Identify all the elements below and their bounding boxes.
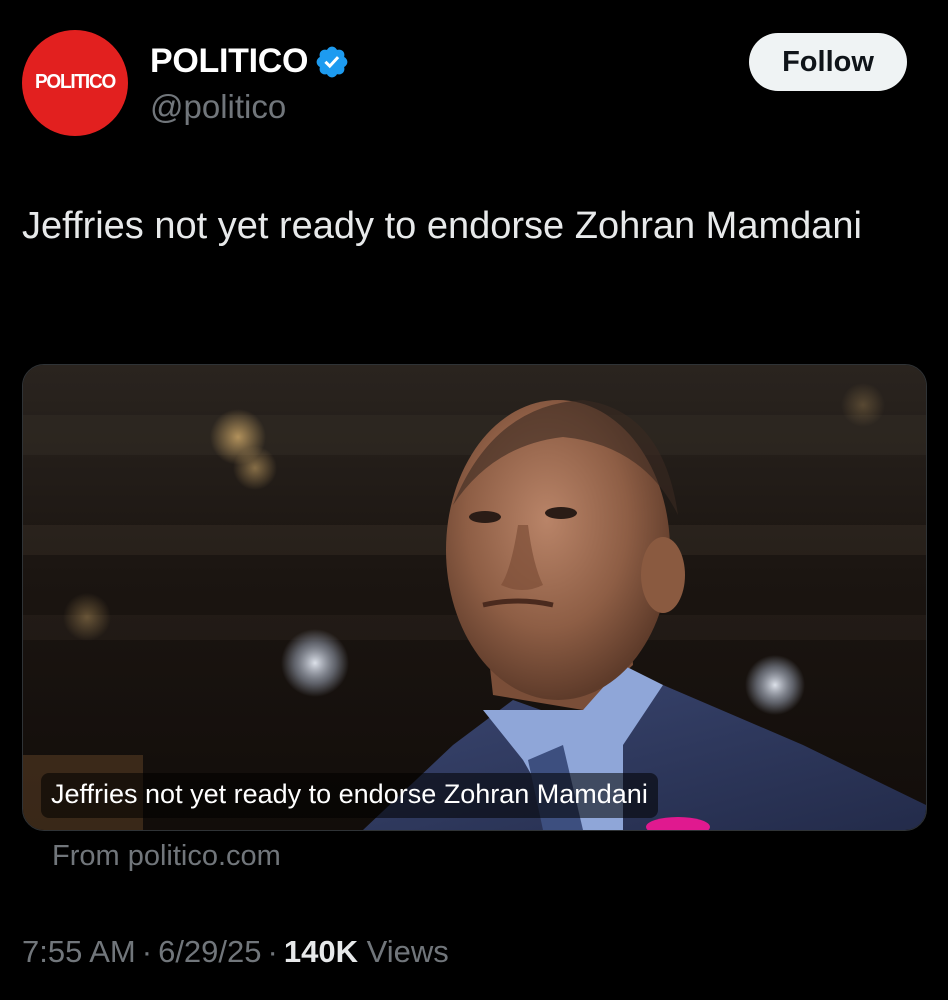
views-count[interactable]: 140K (284, 934, 358, 969)
avatar-logo-text: POLITICO (34, 71, 116, 94)
tweet-date[interactable]: 6/29/25 (158, 934, 261, 969)
card-caption: Jeffries not yet ready to endorse Zohran… (41, 773, 658, 818)
link-card[interactable]: Jeffries not yet ready to endorse Zohran… (22, 364, 927, 831)
author-display-name[interactable]: POLITICO (150, 42, 308, 81)
tweet: POLITICO POLITICO @politico Follow Jeffr… (0, 0, 948, 1000)
author-name-row[interactable]: POLITICO (150, 42, 350, 81)
tweet-text: Jeffries not yet ready to endorse Zohran… (22, 205, 862, 247)
views-label: Views (366, 934, 449, 969)
meta-separator: · (141, 934, 153, 969)
author-avatar[interactable]: POLITICO (22, 30, 128, 136)
card-photo (23, 365, 926, 830)
meta-separator: · (267, 934, 278, 969)
follow-button[interactable]: Follow (749, 33, 907, 91)
author-handle[interactable]: @politico (150, 88, 286, 126)
tweet-time[interactable]: 7:55 AM (22, 934, 136, 969)
tweet-meta: 7:55 AM · 6/29/25 · 140K Views (22, 934, 449, 970)
verified-badge-icon (316, 46, 348, 77)
card-source-link[interactable]: From politico.com (52, 840, 281, 873)
